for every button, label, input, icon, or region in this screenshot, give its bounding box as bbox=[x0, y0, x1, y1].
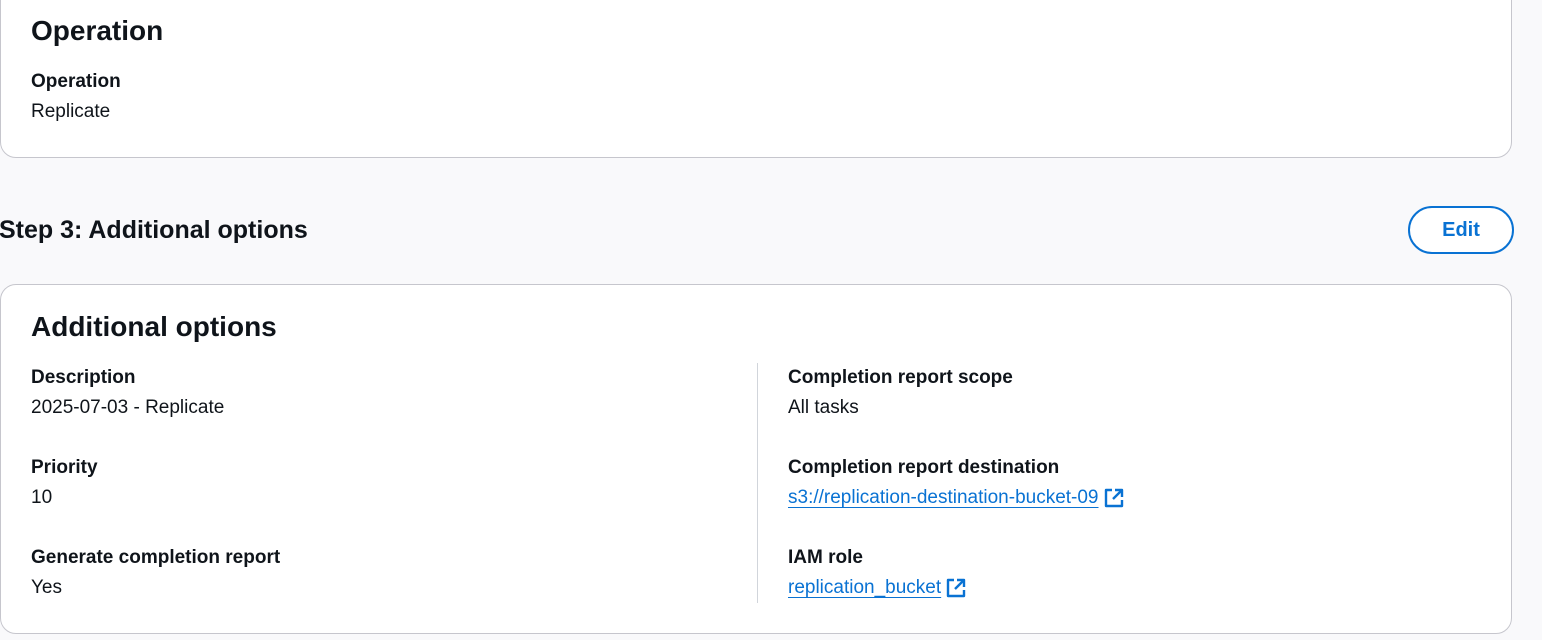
report-destination-link-text[interactable]: s3://replication-destination-bucket-09 bbox=[788, 486, 1099, 510]
generate-report-value: Yes bbox=[31, 577, 62, 598]
page: Operation Operation Replicate Step 3: Ad… bbox=[0, 0, 1542, 640]
generate-report-label: Generate completion report bbox=[31, 547, 281, 568]
edit-button[interactable]: Edit bbox=[1408, 206, 1514, 254]
operation-value: Replicate bbox=[31, 101, 111, 122]
report-destination-label: Completion report destination bbox=[788, 457, 1060, 478]
priority-label: Priority bbox=[31, 457, 98, 478]
priority-value: 10 bbox=[31, 487, 53, 508]
generate-report-field: Generate completion report Yes bbox=[31, 546, 280, 600]
additional-options-title: Additional options bbox=[31, 311, 277, 342]
report-scope-value: All tasks bbox=[788, 397, 859, 418]
description-label: Description bbox=[31, 367, 136, 388]
priority-field: Priority 10 bbox=[31, 456, 98, 510]
iam-role-field: IAM role replication_bucket bbox=[788, 546, 967, 600]
description-value: 2025-07-03 - Replicate bbox=[31, 397, 225, 418]
iam-role-link-text[interactable]: replication_bucket bbox=[788, 576, 941, 600]
operation-field: Operation Replicate bbox=[31, 70, 121, 124]
step3-header: Step 3: Additional options bbox=[0, 216, 308, 244]
report-destination-value-row: s3://replication-destination-bucket-09 bbox=[788, 486, 1125, 510]
report-scope-field: Completion report scope All tasks bbox=[788, 366, 1013, 420]
operation-label: Operation bbox=[31, 71, 121, 92]
iam-role-link[interactable]: replication_bucket bbox=[788, 576, 967, 600]
description-field: Description 2025-07-03 - Replicate bbox=[31, 366, 224, 420]
report-scope-label: Completion report scope bbox=[788, 367, 1013, 388]
iam-role-value-row: replication_bucket bbox=[788, 576, 967, 600]
external-link-icon[interactable] bbox=[945, 577, 967, 599]
report-destination-field: Completion report destination s3://repli… bbox=[788, 456, 1125, 510]
column-divider bbox=[757, 363, 758, 603]
iam-role-label: IAM role bbox=[788, 547, 863, 568]
external-link-icon[interactable] bbox=[1103, 487, 1125, 509]
additional-options-card: Additional options Description 2025-07-0… bbox=[0, 284, 1512, 634]
operation-card-title: Operation bbox=[31, 15, 164, 46]
operation-card: Operation Operation Replicate bbox=[0, 0, 1512, 158]
report-destination-link[interactable]: s3://replication-destination-bucket-09 bbox=[788, 486, 1125, 510]
